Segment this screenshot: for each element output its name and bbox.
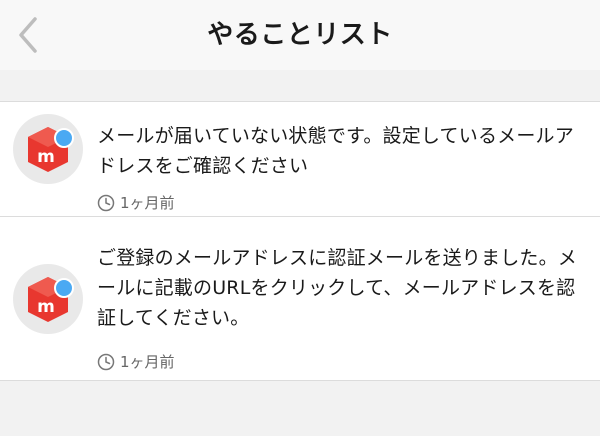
unread-badge xyxy=(54,128,74,148)
section-spacer xyxy=(0,70,600,101)
item-content: ご登録のメールアドレスに認証メールを送りました。メールに記載のURLをクリックし… xyxy=(97,243,586,372)
mercari-logo-icon: m xyxy=(28,127,74,172)
time-label: 1ヶ月前 xyxy=(120,353,175,371)
message-text: ご登録のメールアドレスに認証メールを送りました。メールに記載のURLをクリックし… xyxy=(97,247,578,329)
item-content: メールが届いていない状態です。設定しているメールアドレスをご確認ください 1ヶ月… xyxy=(97,121,586,213)
clock-icon xyxy=(97,353,115,370)
svg-text:m: m xyxy=(37,147,55,167)
svg-text:m: m xyxy=(37,297,55,317)
time-label: 1ヶ月前 xyxy=(120,194,175,212)
message-text: メールが届いていない状態です。設定しているメールアドレスをご確認ください xyxy=(97,125,574,177)
avatar: m xyxy=(13,264,83,334)
clock-icon xyxy=(97,194,115,211)
timestamp: 1ヶ月前 xyxy=(97,192,586,213)
unread-badge xyxy=(54,278,74,298)
avatar: m xyxy=(13,114,83,184)
list-item[interactable]: m ご登録のメールアドレスに認証メールを送りました。メールに記載のURLをクリッ… xyxy=(0,216,600,380)
timestamp: 1ヶ月前 xyxy=(97,351,586,372)
todo-list: m メールが届いていない状態です。設定しているメールアドレスをご確認ください 1… xyxy=(0,101,600,381)
page-title: やることリスト xyxy=(207,20,393,50)
list-item[interactable]: m メールが届いていない状態です。設定しているメールアドレスをご確認ください 1… xyxy=(0,102,600,216)
mercari-logo-icon: m xyxy=(28,277,74,322)
navigation-bar: やることリスト xyxy=(0,0,600,70)
